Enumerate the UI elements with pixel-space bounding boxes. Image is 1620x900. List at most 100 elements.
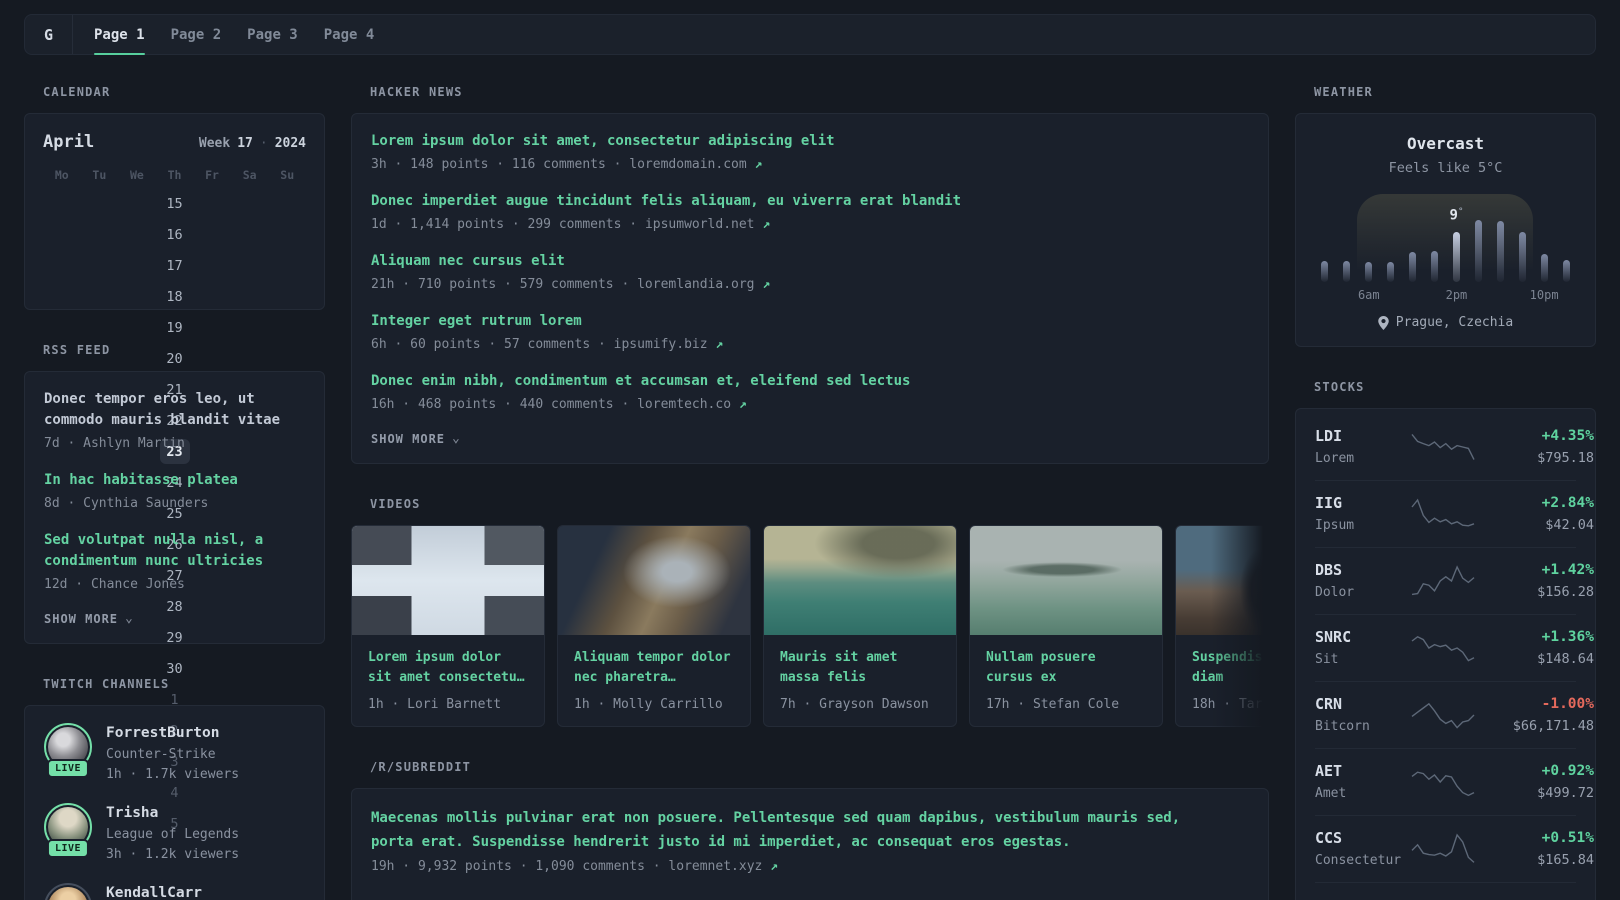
weekday-label: Th xyxy=(167,168,182,182)
stock-name: Sit xyxy=(1315,652,1339,667)
stock-name: Ipsum xyxy=(1315,518,1355,533)
hn-item-title-link[interactable]: Aliquam nec cursus elit xyxy=(371,251,1249,272)
hn-item-title-link[interactable]: Donec imperdiet augue tincidunt felis al… xyxy=(371,191,1249,212)
weather-location: Prague, Czechia xyxy=(1314,315,1577,330)
stock-change: +4.35% xyxy=(1541,428,1594,444)
hn-item: Lorem ipsum dolor sit amet, consectetur … xyxy=(371,131,1249,175)
separator-dot: · xyxy=(259,136,268,151)
stock-row: DBS Dolor +1.42% $156.28 xyxy=(1315,547,1594,614)
hn-domain-link[interactable]: ipsumify.biz ↗ xyxy=(614,337,724,352)
stock-change: -1.00% xyxy=(1541,696,1594,712)
stock-name: Dolor xyxy=(1315,585,1355,600)
video-meta: 1h · Lori Barnett xyxy=(368,697,502,712)
video-thumbnail[interactable] xyxy=(558,526,750,635)
hn-item-meta: 3h · 148 points · 116 comments · loremdo… xyxy=(371,155,1249,175)
video-card[interactable]: Mauris sit amet massa felis 7h · Grayson… xyxy=(763,525,957,727)
week-label: Week xyxy=(198,136,231,151)
stock-price: $42.04 xyxy=(1545,517,1594,533)
weather-time-axis: 6am 2pm 10pm xyxy=(1314,288,1577,304)
stock-change: +0.51% xyxy=(1541,830,1594,846)
rss-item-meta: 8d · Cynthia Saunders xyxy=(44,496,209,511)
twitch-channel-row[interactable]: LIVE ForrestBurton Counter-Strike 1h · 1… xyxy=(44,723,305,785)
weather-hourly-chart: 9° xyxy=(1314,194,1577,282)
stock-name: Consectetur xyxy=(1315,853,1402,868)
top-nav: G Page 1 Page 2 Page 3 Page 4 xyxy=(24,14,1596,55)
right-column: WEATHER Overcast Feels like 5°C 9° 6am 2p… xyxy=(1295,85,1596,900)
location-pin-icon xyxy=(1378,315,1389,330)
chevron-down-icon: ⌄ xyxy=(452,431,461,446)
weather-time-label: 6am xyxy=(1357,288,1380,302)
stock-change: +2.84% xyxy=(1541,495,1594,511)
stock-name: Bitcorn xyxy=(1315,719,1370,734)
hn-item-meta: 6h · 60 points · 57 comments · ipsumify.… xyxy=(371,335,1249,355)
channel-viewers: 1h · 1.7k viewers xyxy=(106,767,240,782)
hn-item: Integer eget rutrum lorem 6h · 60 points… xyxy=(371,311,1249,355)
hn-domain-link[interactable]: loremtech.co ↗ xyxy=(637,397,747,412)
middle-column: HACKER NEWS Lorem ipsum dolor sit amet, … xyxy=(351,85,1269,900)
tab-page-2[interactable]: Page 2 xyxy=(158,15,235,54)
calendar-week-info: Week 17 · 2024 xyxy=(199,136,306,151)
hn-item-meta: 1d · 1,414 points · 299 comments · ipsum… xyxy=(371,215,1249,235)
reddit-domain-link[interactable]: loremnet.xyz ↗ xyxy=(668,859,778,874)
video-card[interactable]: Lorem ipsum dolor sit amet consectetu… 1… xyxy=(351,525,545,727)
rss-item-title-link[interactable]: Sed volutpat nulla nisl, a condimentum n… xyxy=(44,530,305,572)
hn-item-title-link[interactable]: Lorem ipsum dolor sit amet, consectetur … xyxy=(371,131,1249,152)
rss-item-title-link[interactable]: In hac habitasse platea xyxy=(44,470,305,491)
video-title-link[interactable]: Lorem ipsum dolor sit amet consectetu… xyxy=(368,648,528,688)
hn-domain-link[interactable]: loremdomain.com ↗ xyxy=(629,157,762,172)
video-title-link[interactable]: Mauris sit amet massa felis xyxy=(780,648,940,688)
stock-price: $156.28 xyxy=(1537,584,1594,600)
stock-price: $148.64 xyxy=(1537,651,1594,667)
hn-meta-text: 1d · 1,414 points · 299 comments · xyxy=(371,217,645,232)
channel-name: KendallCarr xyxy=(106,885,203,900)
weather-hour-bar xyxy=(1380,194,1402,282)
app-logo[interactable]: G xyxy=(25,15,73,54)
twitch-channel-row[interactable]: LIVE Trisha League of Legends 3h · 1.2k … xyxy=(44,803,305,865)
video-card[interactable]: Suspendisse finibus diam 18h · Tara Rams… xyxy=(1175,525,1269,727)
video-title-link[interactable]: Suspendisse finibus diam xyxy=(1192,648,1269,688)
hn-show-more-button[interactable]: SHOW MORE ⌄ xyxy=(371,431,1249,446)
external-link-icon: ↗ xyxy=(715,337,724,352)
hn-meta-text: 21h · 710 points · 579 comments · xyxy=(371,277,638,292)
video-card[interactable]: Nullam posuere cursus ex 17h · Stefan Co… xyxy=(969,525,1163,727)
video-thumbnail[interactable] xyxy=(1176,526,1269,635)
stock-change: +0.92% xyxy=(1541,763,1594,779)
stock-price: $66,171.48 xyxy=(1512,718,1594,734)
weekday-label: Sa xyxy=(242,168,257,182)
hacker-news-header: HACKER NEWS xyxy=(370,85,463,99)
tab-page-4[interactable]: Page 4 xyxy=(311,15,388,54)
reddit-post: Maecenas mollis pulvinar erat non posuer… xyxy=(371,806,1249,877)
hn-item-title-link[interactable]: Integer eget rutrum lorem xyxy=(371,311,1249,332)
weather-time-label: 2pm xyxy=(1445,288,1468,302)
hn-meta-text: 6h · 60 points · 57 comments · xyxy=(371,337,614,352)
stock-row: AHS +0.46% xyxy=(1315,882,1576,900)
tab-page-3[interactable]: Page 3 xyxy=(234,15,311,54)
calendar-widget: CALENDAR April Week 17 · 2024 Mo Tu We Th Fr… xyxy=(24,85,325,832)
video-thumbnail[interactable] xyxy=(352,526,544,635)
video-title-link[interactable]: Nullam posuere cursus ex xyxy=(986,648,1146,688)
hn-domain-link[interactable]: ipsumworld.net ↗ xyxy=(645,217,770,232)
twitch-channel-row[interactable]: KendallCarr xyxy=(44,883,305,900)
tab-page-1[interactable]: Page 1 xyxy=(81,15,158,55)
hn-domain-link[interactable]: loremlandia.org ↗ xyxy=(637,277,770,292)
stock-sparkline xyxy=(1410,699,1476,731)
rss-item-title-link[interactable]: Donec tempor eros leo, ut commodo mauris… xyxy=(44,389,305,431)
external-link-icon: ↗ xyxy=(754,157,763,172)
weather-hour-bar xyxy=(1336,194,1358,282)
calendar-day: 18 xyxy=(166,288,183,305)
calendar-day: 16 xyxy=(166,226,183,243)
hn-item: Aliquam nec cursus elit 21h · 710 points… xyxy=(371,251,1249,295)
weather-hour-bar: 9° xyxy=(1446,194,1468,282)
stock-sparkline xyxy=(1410,766,1476,798)
video-thumbnail[interactable] xyxy=(764,526,956,635)
weekday-label: Fr xyxy=(205,168,219,182)
weekday-label: Mo xyxy=(54,168,69,182)
stock-row: IIG Ipsum +2.84% $42.04 xyxy=(1315,480,1594,547)
video-thumbnail[interactable] xyxy=(970,526,1162,635)
stock-row: CCS Consectetur +0.51% $165.84 xyxy=(1315,815,1594,882)
video-title-link[interactable]: Aliquam tempor dolor nec pharetra… xyxy=(574,648,734,688)
weather-hour-bar xyxy=(1555,194,1577,282)
reddit-post-title-link[interactable]: Maecenas mollis pulvinar erat non posuer… xyxy=(371,806,1219,854)
hn-item-title-link[interactable]: Donec enim nibh, condimentum et accumsan… xyxy=(371,371,1249,392)
video-card[interactable]: Aliquam tempor dolor nec pharetra… 1h · … xyxy=(557,525,751,727)
